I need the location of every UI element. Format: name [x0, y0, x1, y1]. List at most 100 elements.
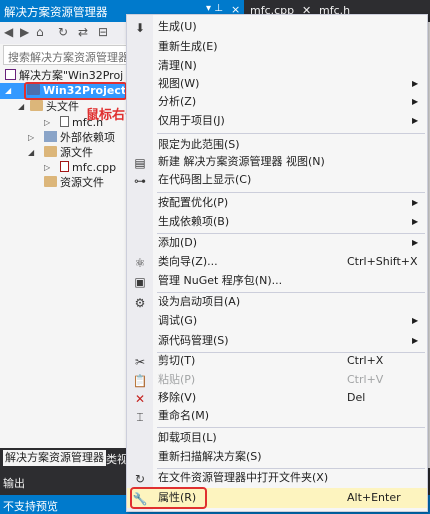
- tree-item-source-folder[interactable]: ◢ 源文件: [28, 145, 93, 161]
- menu-item-label: 清理(N): [158, 59, 197, 72]
- solution-icon: [5, 69, 16, 80]
- collapsed-arrow-icon[interactable]: ▷: [28, 130, 34, 146]
- menu-item-label: 在文件资源管理器中打开文件夹(X): [158, 471, 329, 484]
- menu-item-label: 管理 NuGet 程序包(N)...: [158, 274, 283, 287]
- folder-icon: [44, 146, 57, 157]
- submenu-arrow-icon: ▶: [412, 316, 419, 325]
- folder-icon: [30, 100, 43, 111]
- menu-item-label: 按配置优化(P): [158, 196, 229, 209]
- menu-item-rescan-solution[interactable]: 重新扫描解决方案(S): [127, 447, 427, 467]
- menu-item-show-on-code-map[interactable]: ⊶ 在代码图上显示(C): [127, 170, 427, 190]
- menu-item-label: 粘贴(P): [158, 373, 196, 386]
- tab-solution-explorer[interactable]: 解决方案资源管理器: [3, 450, 106, 466]
- menu-item-manage-nuget[interactable]: ▣ 管理 NuGet 程序包(N)...: [127, 271, 427, 291]
- menu-item-paste[interactable]: 📋 粘贴(P) Ctrl+V: [127, 370, 427, 390]
- collapsed-arrow-icon[interactable]: ▷: [44, 160, 50, 176]
- folder-icon: [44, 176, 57, 187]
- menu-item-source-control[interactable]: 源代码管理(S) ▶: [127, 331, 427, 351]
- expand-arrow-icon[interactable]: ◢: [18, 99, 24, 115]
- submenu-arrow-icon: ▶: [412, 97, 419, 106]
- menu-item-profile-guided[interactable]: 按配置优化(P) ▶: [127, 193, 427, 213]
- tree-item-label: 解决方案"Win32Proj: [19, 69, 124, 82]
- menu-separator: [157, 133, 425, 134]
- tree-item-external-deps[interactable]: ▷ 外部依赖项: [28, 130, 115, 146]
- menu-item-label: 类向导(Z)...: [158, 255, 218, 268]
- forward-icon[interactable]: ▶: [20, 25, 29, 39]
- tree-item-resource-folder[interactable]: 资源文件: [44, 175, 104, 191]
- menu-item-label: 剪切(T): [158, 354, 196, 367]
- expand-arrow-icon[interactable]: ◢: [28, 145, 34, 161]
- menu-item-label: 重命名(M): [158, 409, 210, 422]
- code-map-icon: ⊶: [134, 174, 146, 188]
- submenu-arrow-icon: ▶: [412, 336, 419, 345]
- menu-item-cut[interactable]: ✂ 剪切(T) Ctrl+X: [127, 351, 427, 371]
- menu-item-add[interactable]: 添加(D) ▶: [127, 233, 427, 253]
- status-text: 不支持预览: [3, 500, 58, 513]
- menu-item-class-wizard[interactable]: ⚛ 类向导(Z)... Ctrl+Shift+X: [127, 252, 427, 272]
- menu-item-label: 源代码管理(S): [158, 334, 229, 347]
- build-icon: ⬇: [134, 21, 146, 35]
- nuget-icon: ▣: [134, 275, 146, 289]
- menu-item-label: 重新扫描解决方案(S): [158, 450, 262, 463]
- references-icon: [44, 131, 57, 142]
- menu-item-view[interactable]: 视图(W) ▶: [127, 74, 427, 94]
- tree-item-source-file[interactable]: ▷ mfc.cpp: [44, 160, 116, 176]
- solution-tree: 解决方案"Win32Proj ◢ Win32Project1 ◢ 头文件 ▷ m…: [0, 66, 134, 448]
- tree-item-project[interactable]: ◢ Win32Project1: [0, 82, 134, 100]
- submenu-arrow-icon: ▶: [412, 238, 419, 247]
- tab-class-view[interactable]: 类视: [106, 451, 128, 467]
- back-icon[interactable]: ◀: [4, 25, 13, 39]
- expand-arrow-icon[interactable]: ◢: [5, 83, 11, 99]
- scissors-icon: ✂: [134, 355, 146, 369]
- collapse-icon[interactable]: ⊟: [98, 25, 108, 39]
- menu-item-open-in-explorer[interactable]: ↻ 在文件资源管理器中打开文件夹(X): [127, 468, 427, 488]
- menu-item-rename[interactable]: ⌶ 重命名(M): [127, 406, 427, 426]
- menu-item-label: 生成(U): [158, 20, 197, 33]
- home-icon[interactable]: ⌂: [36, 25, 44, 39]
- menu-item-shortcut: Ctrl+V: [347, 373, 384, 386]
- menu-item-analyze[interactable]: 分析(Z) ▶: [127, 92, 427, 112]
- menu-item-clean[interactable]: 清理(N): [127, 56, 427, 76]
- tree-item-header-folder[interactable]: ◢ 头文件: [18, 99, 79, 115]
- menu-item-build[interactable]: ⬇ 生成(U): [127, 17, 427, 37]
- menu-item-label: 添加(D): [158, 236, 198, 249]
- solution-explorer-toolbar: ◀ ▶ ⌂ ↻ ⇄ ⊟: [0, 22, 130, 44]
- new-view-icon: ▤: [134, 156, 146, 170]
- menu-item-shortcut: Ctrl+Shift+X: [347, 255, 418, 268]
- menu-item-unload-project[interactable]: 卸载项目(L): [127, 428, 427, 448]
- menu-item-build-dependencies[interactable]: 生成依赖项(B) ▶: [127, 212, 427, 232]
- menu-item-label: 在代码图上显示(C): [158, 173, 252, 186]
- sync-icon[interactable]: ⇄: [78, 25, 88, 39]
- menu-item-set-startup[interactable]: ⚙ 设为启动项目(A): [127, 292, 427, 312]
- menu-item-new-explorer-view[interactable]: ▤ 新建 解决方案资源管理器 视图(N): [127, 152, 427, 172]
- menu-item-label: 设为启动项目(A): [158, 295, 241, 308]
- menu-item-rebuild[interactable]: 重新生成(E): [127, 37, 427, 57]
- menu-item-label: 视图(W): [158, 77, 200, 90]
- bottom-tabs: 解决方案资源管理器 类视: [0, 448, 130, 468]
- solution-explorer-title: 解决方案资源管理器: [4, 5, 108, 19]
- output-title: 输出: [3, 477, 25, 490]
- cpp-file-icon: [60, 161, 69, 172]
- rename-icon: ⌶: [136, 410, 144, 424]
- menu-item-project-only[interactable]: 仅用于项目(J) ▶: [127, 111, 427, 131]
- menu-item-label: 移除(V): [158, 391, 197, 404]
- open-folder-icon: ↻: [134, 472, 146, 486]
- menu-item-shortcut: Ctrl+X: [347, 354, 384, 367]
- menu-item-label: 调试(G): [158, 314, 198, 327]
- history-icon[interactable]: ↻: [58, 25, 68, 39]
- menu-item-properties[interactable]: 🔧 属性(R) Alt+Enter: [127, 487, 427, 509]
- tree-item-label: 源文件: [60, 146, 93, 159]
- collapsed-arrow-icon[interactable]: ▷: [44, 115, 50, 131]
- tree-item-label: 外部依赖项: [60, 131, 115, 144]
- submenu-arrow-icon: ▶: [412, 116, 419, 125]
- menu-item-label: 仅用于项目(J): [158, 114, 225, 127]
- submenu-arrow-icon: ▶: [412, 198, 419, 207]
- gear-icon: ⚙: [134, 296, 146, 310]
- search-input[interactable]: 搜索解决方案资源管理器(C: [3, 45, 130, 65]
- pin-icon[interactable]: ▾ ⊥: [206, 3, 223, 14]
- menu-item-label: 卸载项目(L): [158, 431, 217, 444]
- menu-item-label: 重新生成(E): [158, 40, 218, 53]
- menu-item-remove[interactable]: ✕ 移除(V) Del: [127, 388, 427, 408]
- menu-item-debug[interactable]: 调试(G) ▶: [127, 311, 427, 331]
- tree-item-label: 头文件: [46, 100, 79, 113]
